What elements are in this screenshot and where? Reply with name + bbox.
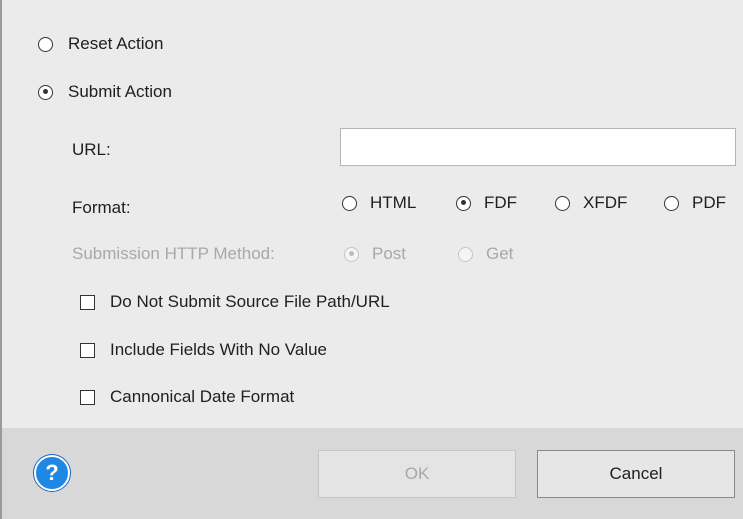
- url-label: URL:: [72, 140, 111, 159]
- no-source-path-checkbox[interactable]: [80, 294, 95, 310]
- submit-action-dialog: Reset Action Submit Action URL: Format: …: [0, 0, 743, 519]
- no-source-path-label: Do Not Submit Source File Path/URL: [110, 292, 390, 311]
- format-html-radio[interactable]: [342, 195, 357, 211]
- reset-action-radio[interactable]: [38, 36, 53, 52]
- format-xfdf-label: XFDF: [583, 193, 628, 212]
- include-empty-fields-label: Include Fields With No Value: [110, 340, 328, 359]
- format-fdf-option[interactable]: FDF: [456, 193, 517, 213]
- reset-action-option[interactable]: Reset Action: [38, 34, 163, 54]
- format-html-label: HTML: [370, 193, 417, 212]
- format-fdf-label: FDF: [484, 193, 518, 212]
- format-xfdf-radio[interactable]: [555, 195, 570, 211]
- submit-action-label: Submit Action: [68, 82, 172, 101]
- format-pdf-label: PDF: [692, 193, 726, 212]
- http-get-option[interactable]: Get: [458, 244, 513, 264]
- url-input[interactable]: [340, 128, 736, 166]
- http-method-label: Submission HTTP Method:: [72, 244, 275, 263]
- format-html-option[interactable]: HTML: [342, 193, 416, 213]
- format-pdf-option[interactable]: PDF: [664, 193, 726, 213]
- help-glyph: ?: [45, 460, 59, 485]
- include-empty-fields-checkbox[interactable]: [80, 342, 95, 358]
- submit-action-option[interactable]: Submit Action: [38, 82, 172, 102]
- canonical-date-checkbox[interactable]: [80, 389, 95, 405]
- checkbox-canonical-date[interactable]: Cannonical Date Format: [80, 387, 294, 407]
- reset-action-label: Reset Action: [68, 34, 164, 53]
- format-fdf-radio[interactable]: [456, 195, 471, 211]
- checkbox-no-source-path[interactable]: Do Not Submit Source File Path/URL: [80, 292, 390, 312]
- http-get-label: Get: [486, 244, 514, 263]
- ok-button[interactable]: OK: [318, 450, 516, 498]
- http-post-option[interactable]: Post: [344, 244, 406, 264]
- ok-button-label: OK: [404, 464, 430, 483]
- http-post-radio[interactable]: [344, 246, 359, 262]
- format-xfdf-option[interactable]: XFDF: [555, 193, 627, 213]
- format-label: Format:: [72, 198, 131, 217]
- format-pdf-radio[interactable]: [664, 195, 679, 211]
- cancel-button-label: Cancel: [609, 464, 663, 483]
- submit-action-radio[interactable]: [38, 84, 53, 100]
- cancel-button[interactable]: Cancel: [537, 450, 735, 498]
- help-icon[interactable]: ?: [34, 455, 70, 491]
- canonical-date-label: Cannonical Date Format: [110, 387, 295, 406]
- checkbox-include-empty-fields[interactable]: Include Fields With No Value: [80, 340, 327, 360]
- http-post-label: Post: [372, 244, 407, 263]
- http-get-radio[interactable]: [458, 246, 473, 262]
